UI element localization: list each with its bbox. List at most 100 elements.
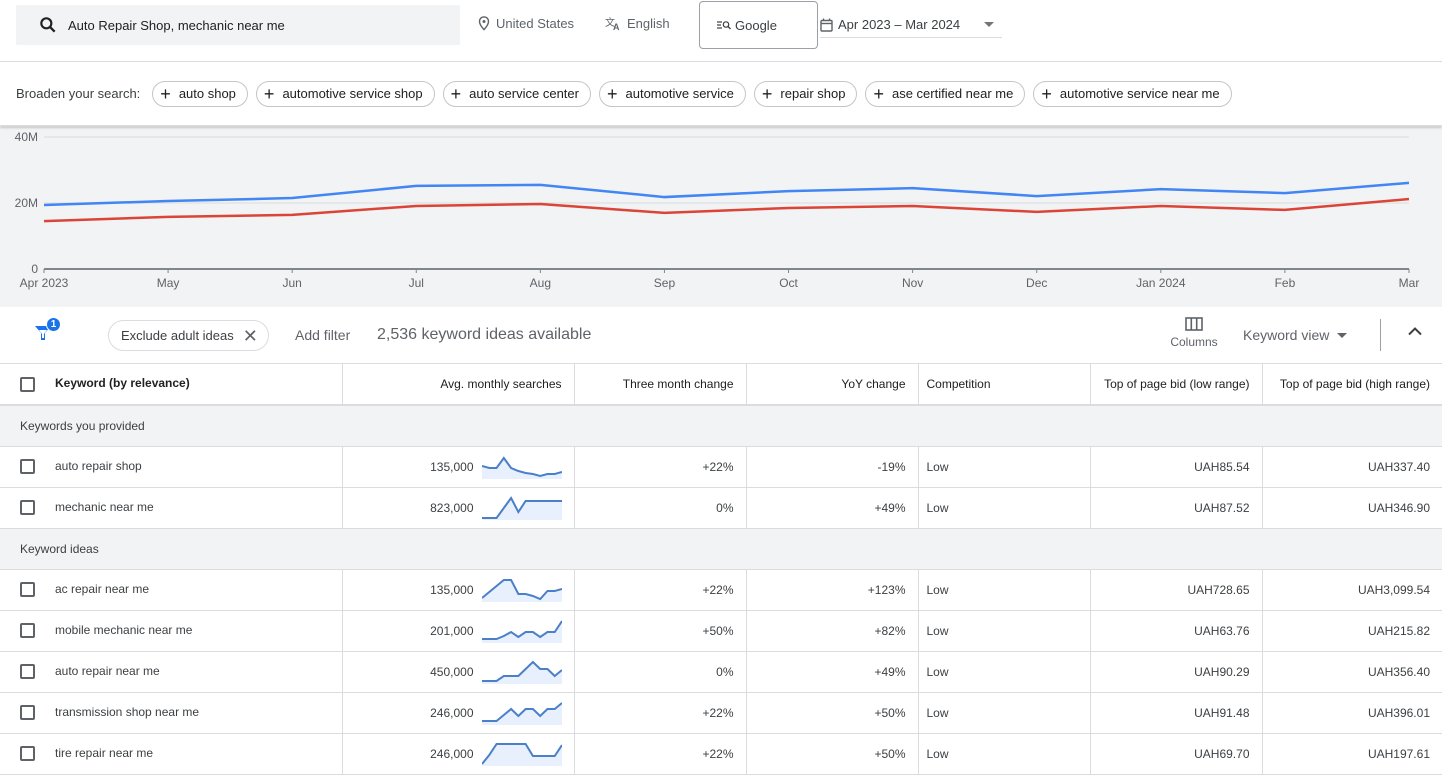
series-line [44,183,1409,205]
table-row[interactable]: auto repair near me450,0000%+49%LowUAH90… [0,651,1442,692]
exclude-adult-ideas-chip[interactable]: Exclude adult ideas ✕ [108,320,269,351]
x-tick-label: Apr 2023 [20,276,69,290]
avg-searches-value: 246,000 [430,706,473,720]
sparkline-chart [482,742,562,766]
table-row[interactable]: transmission shop near me246,000+22%+50%… [0,692,1442,733]
keyword-text: auto repair shop [55,459,142,473]
row-checkbox[interactable] [20,623,35,638]
row-checkbox[interactable] [20,582,35,597]
bid-low-cell: UAH87.52 [1090,487,1262,528]
broaden-chip[interactable]: +ase certified near me [865,81,1025,107]
yoy-change-cell: -19% [746,446,918,487]
row-checkbox[interactable] [20,746,35,761]
row-checkbox[interactable] [20,459,35,474]
dropdown-caret-icon [984,22,994,27]
chip-label: automotive service [626,86,734,101]
table-row[interactable]: ac repair near me135,000+22%+123%LowUAH7… [0,569,1442,610]
avg-searches-value: 135,000 [430,460,473,474]
add-filter-button[interactable]: Add filter [295,327,350,343]
location-label: United States [496,16,574,31]
header-avg-monthly-searches[interactable]: Avg. monthly searches [342,364,574,405]
broaden-chip[interactable]: + automotive service shop [256,81,435,107]
chip-label: ase certified near me [892,86,1013,101]
avg-searches-cell: 823,000 [342,487,574,528]
columns-button[interactable]: Columns [1166,317,1222,349]
x-tick-label: Jul [409,276,424,290]
keyword-text: tire repair near me [55,746,153,760]
header-bid-high[interactable]: Top of page bid (high range) [1262,364,1442,405]
y-tick-label: 40M [15,130,38,144]
avg-searches-value: 135,000 [430,583,473,597]
search-icon [38,15,58,35]
keyword-text: ac repair near me [55,582,149,596]
date-range-selector[interactable]: Apr 2023 – Mar 2024 [820,12,1002,38]
bid-high-cell: UAH197.61 [1262,733,1442,774]
sparkline-chart [482,455,562,479]
columns-label: Columns [1170,335,1217,349]
chip-label: auto shop [179,86,236,101]
yoy-change-cell: +50% [746,692,918,733]
header-competition[interactable]: Competition [918,364,1090,405]
keyword-view-dropdown[interactable]: Keyword view [1243,327,1347,343]
avg-searches-cell: 135,000 [342,569,574,610]
competition-cell: Low [918,446,1090,487]
location-selector[interactable]: United States [478,16,574,31]
chevron-up-icon[interactable] [1407,326,1423,336]
competition-cell: Low [918,487,1090,528]
translate-icon: 文A [605,17,621,31]
three-month-change-cell: 0% [574,651,746,692]
keyword-ideas-count: 2,536 keyword ideas available [377,326,591,344]
results-toolbar: 1 Exclude adult ideas ✕ Add filter 2,536… [0,307,1442,364]
language-selector[interactable]: 文A English [605,16,670,31]
header-keyword[interactable]: Keyword (by relevance) [0,364,342,405]
search-network-button[interactable]: Google [699,1,818,49]
table-row[interactable]: mobile mechanic near me201,000+50%+82%Lo… [0,610,1442,651]
select-all-checkbox[interactable] [20,377,35,392]
close-icon[interactable]: ✕ [243,327,258,345]
keyword-table: Keyword (by relevance) Avg. monthly sear… [0,364,1442,775]
row-checkbox[interactable] [20,664,35,679]
broaden-chip[interactable]: +auto service center [443,81,591,107]
plus-icon: + [160,85,171,103]
dropdown-caret-icon [1337,333,1347,338]
avg-searches-cell: 246,000 [342,733,574,774]
bid-high-cell: UAH3,099.54 [1262,569,1442,610]
keyword-search-input[interactable]: Auto Repair Shop, mechanic near me [16,5,460,45]
x-tick-label: Jan 2024 [1136,276,1186,290]
header-bid-low[interactable]: Top of page bid (low range) [1090,364,1262,405]
y-tick-label: 0 [31,262,38,276]
bid-low-cell: UAH69.70 [1090,733,1262,774]
sparkline-chart [482,578,562,602]
broaden-chip[interactable]: +automotive service near me [1033,81,1231,107]
chip-label: repair shop [780,86,845,101]
x-tick-label: Feb [1275,276,1296,290]
x-tick-label: Sep [654,276,676,290]
broaden-chip[interactable]: +automotive service [599,81,746,107]
competition-cell: Low [918,651,1090,692]
bid-low-cell: UAH85.54 [1090,446,1262,487]
bid-low-cell: UAH91.48 [1090,692,1262,733]
chip-label: automotive service shop [282,86,422,101]
yoy-change-cell: +82% [746,610,918,651]
table-row[interactable]: mechanic near me823,0000%+49%LowUAH87.52… [0,487,1442,528]
broaden-chip[interactable]: + auto shop [152,81,248,107]
table-row[interactable]: auto repair shop135,000+22%-19%LowUAH85.… [0,446,1442,487]
header-three-month-change[interactable]: Three month change [574,364,746,405]
search-network-icon [717,20,731,30]
keyword-cell: ac repair near me [0,569,342,610]
broaden-label: Broaden your search: [16,86,140,101]
broaden-chip[interactable]: +repair shop [754,81,858,107]
row-checkbox[interactable] [20,500,35,515]
competition-cell: Low [918,569,1090,610]
plus-icon: + [264,85,275,103]
row-checkbox[interactable] [20,705,35,720]
bid-low-cell: UAH63.76 [1090,610,1262,651]
yoy-change-cell: +123% [746,569,918,610]
search-query: Auto Repair Shop, mechanic near me [68,18,285,33]
sparkline-chart [482,660,562,684]
competition-cell: Low [918,610,1090,651]
date-range-label: Apr 2023 – Mar 2024 [838,17,960,32]
header-label: Keyword (by relevance) [55,376,190,390]
header-yoy-change[interactable]: YoY change [746,364,918,405]
table-row[interactable]: tire repair near me246,000+22%+50%LowUAH… [0,733,1442,774]
